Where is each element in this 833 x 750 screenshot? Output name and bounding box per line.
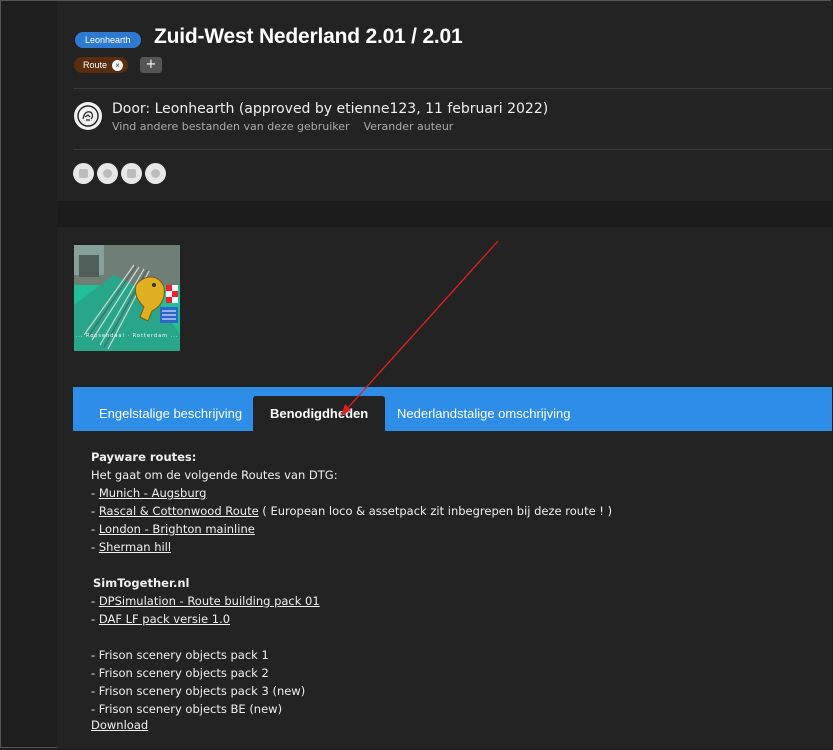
list-item: - DPSimulation - Route building pack 01 — [91, 594, 320, 608]
tag-chip-route[interactable]: Route × — [74, 57, 129, 73]
share-icon-3[interactable] — [121, 163, 142, 184]
left-strip — [1, 1, 57, 747]
download-link: Download — [91, 718, 148, 732]
link-rascal-cottonwood[interactable]: Rascal & Cottonwood Route — [99, 504, 259, 518]
page-title: Zuid-West Nederland 2.01 / 2.01 — [154, 25, 463, 48]
simtogether-heading: SimTogether.nl — [93, 576, 190, 590]
lion-logo-icon — [77, 105, 99, 127]
link-munich-augsburg[interactable]: Munich - Augsburg — [99, 486, 207, 500]
separator-band — [57, 201, 832, 227]
tab-english-description[interactable]: Engelstalige beschrijving — [99, 396, 242, 431]
share-icon-2[interactable] — [97, 163, 118, 184]
share-icon-4[interactable] — [145, 163, 166, 184]
divider — [73, 149, 832, 150]
link-sherman-hill[interactable]: Sherman hill — [99, 540, 171, 554]
list-item: - Frison scenery objects pack 3 (new) — [91, 684, 306, 698]
download-button[interactable]: Download — [91, 718, 148, 732]
divider — [73, 88, 832, 89]
thumbnail-caption: ... Roosendaal · Rotterdam ... — [75, 333, 179, 339]
tab-bar: Engelstalige beschrijving Benodigdheden … — [73, 387, 832, 431]
tab-dutch-description[interactable]: Nederlandstalige omschrijving — [397, 396, 570, 431]
avatar[interactable] — [74, 102, 102, 130]
list-item: - DAF LF pack versie 1.0 — [91, 612, 231, 626]
close-icon[interactable]: × — [112, 59, 124, 71]
list-item: - Frison scenery objects pack 2 — [91, 666, 269, 680]
share-icon-1[interactable] — [73, 163, 94, 184]
payware-heading: Payware routes: — [91, 450, 197, 464]
list-item: - London - Brighton mainline — [91, 522, 255, 536]
link-london-brighton[interactable]: London - Brighton mainline — [99, 522, 255, 536]
list-item: - Sherman hill — [91, 540, 172, 554]
list-item: - Rascal & Cottonwood Route ( European l… — [91, 504, 613, 518]
intro-text: Het gaat om de volgende Routes van DTG: — [91, 468, 338, 482]
link-daf-lf-pack[interactable]: DAF LF pack versie 1.0 — [99, 612, 230, 626]
author-badge[interactable]: Leonhearth — [75, 32, 141, 48]
add-tag-button[interactable]: + — [140, 57, 162, 73]
list-item: - Frison scenery objects BE (new) — [91, 702, 283, 716]
author-byline: Door: Leonhearth (approved by etienne123… — [112, 101, 549, 117]
route-thumbnail[interactable]: ... Roosendaal · Rotterdam ... — [74, 245, 180, 351]
tag-label: Route — [83, 60, 108, 70]
list-item: - Frison scenery objects pack 1 — [91, 648, 269, 662]
link-change-author[interactable]: Verander auteur — [364, 120, 454, 133]
link-dpsimulation-pack[interactable]: DPSimulation - Route building pack 01 — [99, 594, 320, 608]
tab-requirements[interactable]: Benodigdheden — [253, 396, 386, 431]
link-other-files[interactable]: Vind andere bestanden van deze gebruiker — [112, 120, 350, 133]
list-item: - Munich - Augsburg — [91, 486, 207, 500]
